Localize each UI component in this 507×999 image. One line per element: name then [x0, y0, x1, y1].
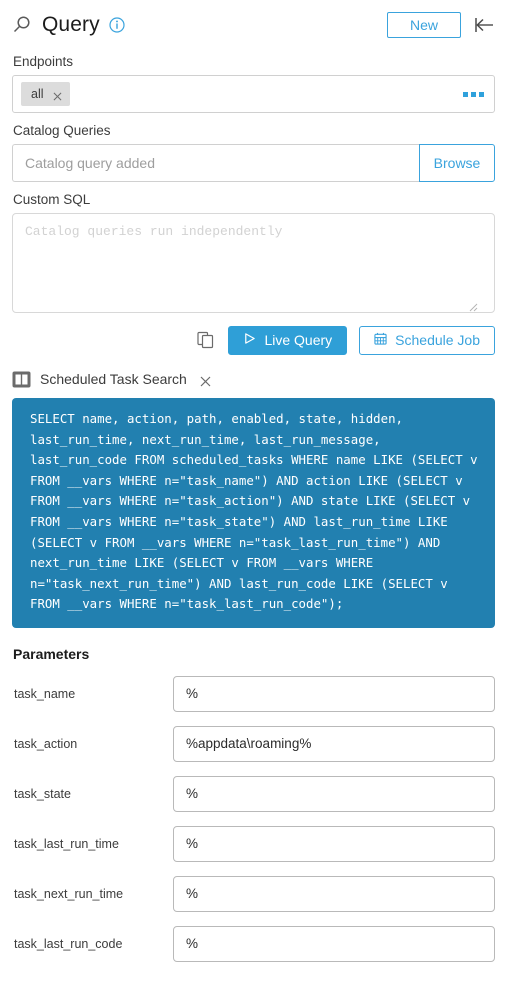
- copy-icon[interactable]: [197, 331, 214, 349]
- ellipsis-dot: [463, 91, 468, 97]
- parameter-input-task-last-run-code[interactable]: [173, 925, 495, 962]
- schedule-job-label: Schedule Job: [395, 332, 480, 348]
- query-actions: Live Query Schedule Job: [12, 325, 495, 355]
- parameter-row: task_name: [12, 675, 495, 712]
- parameters-title: Parameters: [13, 645, 90, 662]
- browse-button[interactable]: Browse: [419, 144, 495, 182]
- parameter-row: task_last_run_code: [12, 925, 495, 962]
- new-button[interactable]: New: [386, 12, 461, 38]
- ellipsis-icon[interactable]: [463, 88, 484, 101]
- parameter-label: task_next_run_time: [14, 886, 124, 901]
- sql-statement-block: SELECT name, action, path, enabled, stat…: [12, 398, 495, 628]
- parameter-row: task_last_run_time: [12, 825, 495, 862]
- info-icon[interactable]: [109, 17, 125, 33]
- parameter-row: task_state: [12, 775, 495, 812]
- catalog-query-input[interactable]: [12, 144, 419, 182]
- collapse-left-icon[interactable]: [473, 15, 495, 35]
- parameter-label: task_last_run_code: [14, 936, 123, 951]
- parameter-input-task-name[interactable]: [173, 675, 495, 712]
- catalog-queries-label: Catalog Queries: [13, 123, 111, 138]
- tab-label: Scheduled Task Search: [40, 371, 187, 387]
- custom-sql-wrap: [12, 213, 495, 313]
- ellipsis-dot: [479, 91, 484, 97]
- calendar-icon: [374, 332, 387, 348]
- endpoints-field[interactable]: all: [12, 75, 495, 113]
- parameter-label: task_name: [14, 686, 76, 701]
- parameter-input-task-next-run-time[interactable]: [173, 875, 495, 912]
- custom-sql-textarea[interactable]: [12, 213, 495, 313]
- parameter-label: task_action: [14, 736, 78, 751]
- parameter-label: task_last_run_time: [14, 836, 119, 851]
- ellipsis-dot: [471, 91, 476, 97]
- catalog-queries-row: Browse: [12, 144, 495, 182]
- parameter-input-task-last-run-time[interactable]: [173, 825, 495, 862]
- parameter-label: task_state: [14, 786, 71, 801]
- parameter-row: task_next_run_time: [12, 875, 495, 912]
- live-query-label: Live Query: [264, 332, 333, 348]
- page-title: Query: [42, 13, 100, 36]
- parameter-input-task-state[interactable]: [173, 775, 495, 812]
- panels-icon: [12, 371, 31, 388]
- parameter-input-task-action[interactable]: [173, 725, 495, 762]
- endpoints-label: Endpoints: [13, 54, 74, 69]
- schedule-job-button[interactable]: Schedule Job: [359, 325, 495, 355]
- custom-sql-label: Custom SQL: [13, 192, 91, 207]
- play-icon: [243, 332, 256, 348]
- parameter-row: task_action: [12, 725, 495, 762]
- live-query-button[interactable]: Live Query: [228, 325, 348, 355]
- panel-header: Query New: [12, 0, 495, 44]
- endpoint-chip-label: all: [31, 87, 44, 101]
- search-icon: [12, 15, 32, 35]
- active-query-tab[interactable]: Scheduled Task Search: [12, 367, 495, 391]
- close-icon[interactable]: [200, 374, 211, 386]
- query-panel: Query New Endpoints all Catalog Queries …: [0, 0, 507, 999]
- endpoint-chip-all[interactable]: all: [21, 82, 70, 106]
- close-icon[interactable]: [53, 90, 62, 100]
